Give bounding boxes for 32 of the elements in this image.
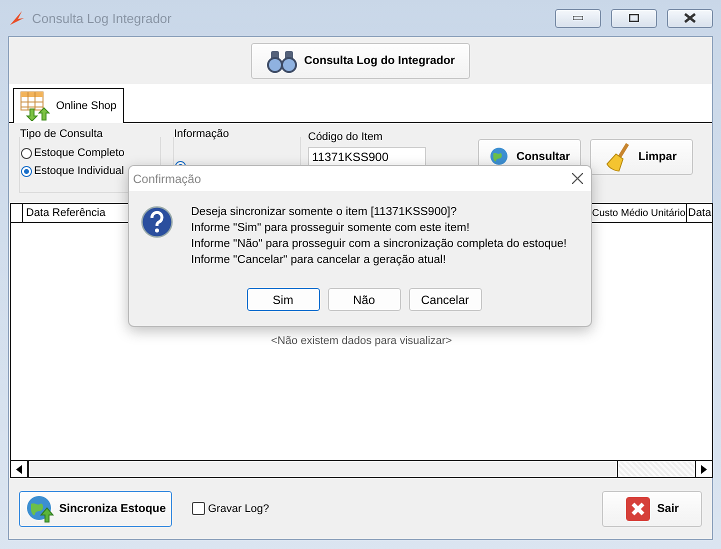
minimize-button[interactable]	[555, 8, 601, 28]
radio-option[interactable]: Estoque Completo	[21, 147, 160, 159]
column-header: Data	[687, 206, 712, 221]
close-button[interactable]	[667, 8, 713, 28]
sincroniza-estoque-button[interactable]: Sincroniza Estoque	[19, 490, 172, 526]
left-arrow-icon	[16, 464, 22, 474]
item-code-field[interactable]: 11371KSS900	[308, 147, 426, 167]
maximize-button[interactable]	[611, 8, 657, 28]
close-icon[interactable]	[572, 173, 583, 184]
dialog-title: Confirmação	[133, 172, 202, 186]
gravar-log-checkbox[interactable]: Gravar Log?	[192, 502, 582, 515]
binoculars-icon	[266, 48, 298, 72]
right-arrow-icon	[701, 464, 707, 474]
sair-button[interactable]: Sair	[602, 490, 702, 526]
close-icon	[684, 13, 696, 23]
question-icon	[141, 206, 173, 238]
table-arrows-icon	[20, 91, 50, 121]
app-logo-icon	[8, 9, 26, 27]
field-label: Código do Item	[308, 131, 384, 143]
limpar-button[interactable]: Limpar	[590, 139, 693, 175]
window-title: Consulta Log Integrador	[32, 10, 172, 26]
dialog-button[interactable]: Sim	[246, 288, 320, 311]
empty-message: <Não existem dados para visualizar>	[271, 335, 452, 349]
close-icon	[625, 496, 652, 522]
scrollbar-thumb[interactable]	[28, 461, 618, 477]
minimize-icon	[573, 16, 583, 20]
maximize-icon	[629, 14, 639, 22]
dialog-button[interactable]: Não	[328, 288, 400, 311]
consulta-log-button[interactable]: Consulta Log do Integrador	[251, 42, 470, 78]
tab[interactable]: Online Shop	[13, 88, 124, 123]
globe-upload-icon	[25, 494, 56, 524]
dialog-button[interactable]: Cancelar	[408, 288, 482, 311]
